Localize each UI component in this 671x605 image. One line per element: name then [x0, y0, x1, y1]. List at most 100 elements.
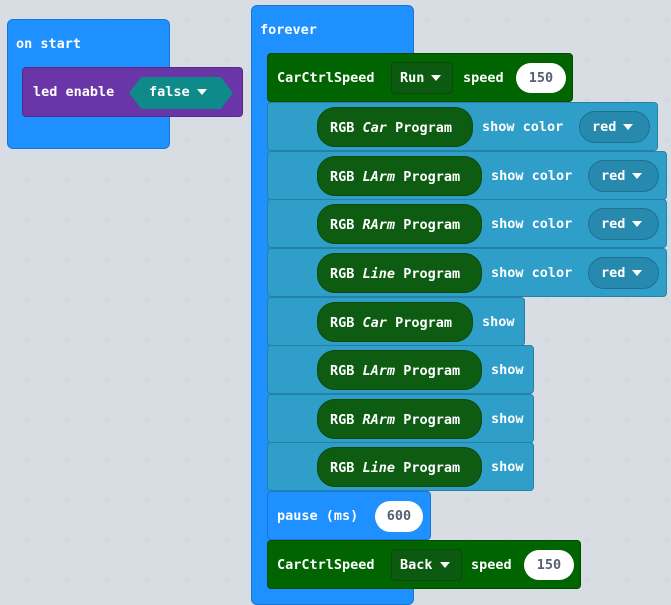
grid-cross — [24, 417, 30, 423]
grid-cross — [664, 97, 670, 103]
grid-cross — [584, 417, 590, 423]
color-dropdown[interactable]: red — [579, 111, 650, 143]
color-dropdown[interactable]: red — [588, 257, 659, 289]
speed-input[interactable]: 150 — [524, 550, 574, 580]
car-ctrl-speed-run-block[interactable]: CarCtrlSpeed Run speed 150 — [267, 53, 573, 102]
grid-cross — [224, 297, 230, 303]
grid-cross — [64, 257, 70, 263]
grid-cross — [584, 537, 590, 543]
grid-cross — [104, 217, 110, 223]
grid-cross — [544, 17, 550, 23]
grid-cross — [664, 57, 670, 63]
grid-cross — [144, 257, 150, 263]
grid-cross — [584, 457, 590, 463]
on-start-label: on start — [16, 36, 82, 52]
car-ctrl-speed-back-block[interactable]: CarCtrlSpeed Back speed 150 — [267, 540, 581, 589]
grid-cross — [144, 457, 150, 463]
grid-cross — [144, 297, 150, 303]
speed-input[interactable]: 150 — [516, 63, 566, 93]
direction-dropdown[interactable]: Back — [391, 549, 462, 581]
rgb-program-selector[interactable]: RGB Car Program — [317, 107, 473, 147]
rgb-show-block-rarm[interactable]: RGB RArm Program show — [267, 394, 534, 443]
rgb-show-block-car[interactable]: RGB Car Program show — [267, 297, 525, 346]
grid-cross — [64, 457, 70, 463]
rgb-program-selector[interactable]: RGB Car Program — [317, 302, 473, 342]
grid-cross — [224, 217, 230, 223]
pause-duration-input[interactable]: 600 — [375, 501, 423, 532]
rgb-show-color-block-line[interactable]: RGB Line Program show color red — [267, 248, 667, 297]
grid-cross — [664, 337, 670, 343]
chevron-down-icon — [431, 75, 442, 81]
led-enable-value-dropdown[interactable]: false — [129, 77, 233, 109]
grid-cross — [104, 497, 110, 503]
grid-cross — [664, 297, 670, 303]
rgb-program-selector[interactable]: RGB Line Program — [317, 253, 482, 293]
grid-cross — [664, 577, 670, 583]
rgb-show-block-line[interactable]: RGB Line Program show — [267, 442, 534, 491]
grid-cross — [144, 377, 150, 383]
rgb-label: RGB — [330, 315, 355, 331]
program-label: Program — [403, 412, 461, 428]
rgb-show-block-larm[interactable]: RGB LArm Program show — [267, 345, 534, 394]
grid-cross — [544, 377, 550, 383]
rgb-program-text: RGB Car Program — [330, 315, 452, 331]
grid-cross — [144, 177, 150, 183]
grid-cross — [104, 337, 110, 343]
rgb-program-selector[interactable]: RGB LArm Program — [317, 350, 482, 390]
grid-cross — [544, 297, 550, 303]
rgb-program-selector[interactable]: RGB LArm Program — [317, 156, 482, 196]
grid-cross — [224, 137, 230, 143]
grid-cross — [184, 217, 190, 223]
grid-cross — [144, 577, 150, 583]
grid-cross — [184, 417, 190, 423]
rgb-label: RGB — [330, 363, 355, 379]
grid-cross — [584, 577, 590, 583]
grid-cross — [64, 537, 70, 543]
grid-cross — [424, 17, 430, 23]
pause-block[interactable]: pause (ms) 600 — [267, 491, 431, 540]
grid-cross — [64, 577, 70, 583]
grid-cross — [624, 457, 630, 463]
color-value: red — [601, 168, 626, 184]
rgb-show-color-block-larm[interactable]: RGB LArm Program show color red — [267, 151, 667, 200]
grid-cross — [184, 57, 190, 63]
grid-cross — [104, 177, 110, 183]
grid-cross — [104, 417, 110, 423]
grid-cross — [464, 497, 470, 503]
rgb-show-color-block-car[interactable]: RGB Car Program show color red — [267, 102, 658, 151]
program-label: Program — [395, 315, 452, 331]
rgb-program-text: RGB Line Program — [330, 460, 460, 476]
speed-value: 150 — [536, 557, 562, 573]
chevron-down-icon — [439, 562, 450, 568]
grid-cross — [144, 537, 150, 543]
program-label: Program — [403, 217, 461, 233]
color-group: red — [601, 168, 643, 184]
show-label: show — [482, 314, 515, 330]
grid-cross — [664, 537, 670, 543]
grid-cross — [624, 377, 630, 383]
color-dropdown[interactable]: red — [588, 208, 659, 240]
show-label: show — [491, 459, 524, 475]
rgb-show-color-block-rarm[interactable]: RGB RArm Program show color red — [267, 199, 667, 248]
color-group: red — [592, 119, 634, 135]
rgb-target: Line — [362, 460, 396, 476]
direction-dropdown[interactable]: Run — [391, 62, 453, 94]
led-enable-value: false — [149, 84, 190, 100]
grid-cross — [184, 17, 190, 23]
grid-cross — [104, 297, 110, 303]
grid-cross — [224, 377, 230, 383]
direction-value: Back — [400, 557, 433, 573]
grid-cross — [144, 217, 150, 223]
grid-cross — [224, 457, 230, 463]
grid-cross — [184, 577, 190, 583]
rgb-program-selector[interactable]: RGB RArm Program — [317, 204, 482, 244]
rgb-program-selector[interactable]: RGB RArm Program — [317, 399, 482, 439]
color-dropdown[interactable]: red — [588, 160, 659, 192]
grid-cross — [24, 297, 30, 303]
grid-cross — [584, 297, 590, 303]
grid-cross — [464, 17, 470, 23]
rgb-program-selector[interactable]: RGB Line Program — [317, 447, 482, 487]
led-enable-block[interactable]: led enable false — [22, 67, 243, 117]
show-color-label: show color — [491, 265, 573, 281]
grid-cross — [184, 377, 190, 383]
